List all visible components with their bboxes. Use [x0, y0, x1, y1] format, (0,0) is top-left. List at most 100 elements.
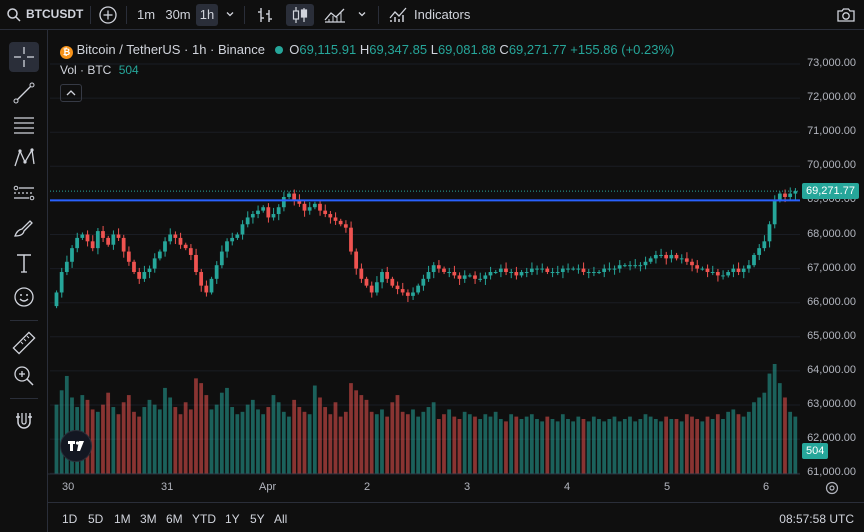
candle-body — [622, 265, 627, 267]
volume-bar — [359, 395, 364, 474]
range-1y-button[interactable]: 1Y — [225, 512, 240, 526]
volume-bar — [292, 399, 297, 474]
volume-bar — [390, 402, 395, 474]
candle-body — [715, 272, 720, 276]
volume-bar — [535, 419, 539, 474]
volume-bar — [493, 411, 498, 474]
candle-body — [400, 289, 405, 293]
volume-bar — [204, 395, 209, 474]
time-axis-label: 30 — [62, 481, 75, 493]
candle-body — [493, 272, 498, 274]
candle-body — [132, 261, 136, 273]
candle-body — [736, 268, 741, 273]
volume-bar — [607, 419, 612, 474]
low-label: L — [430, 42, 438, 57]
volume-bar — [524, 416, 529, 474]
candle-body — [529, 268, 534, 273]
candle-body — [416, 285, 421, 293]
settings-button[interactable] — [824, 480, 840, 496]
candle-body — [276, 207, 281, 215]
price-axis-label: 66,000.00 — [807, 295, 856, 308]
candle-body — [762, 241, 767, 249]
tradingview-logo[interactable] — [60, 430, 92, 462]
volume-bar — [514, 416, 519, 474]
candle-body — [395, 285, 400, 290]
candle-body — [597, 272, 601, 274]
candle-body — [121, 237, 126, 252]
gear-icon — [825, 481, 839, 495]
candle-body — [457, 275, 462, 279]
symbol-title: Bitcoin / TetherUS · 1h · Binance — [76, 42, 265, 57]
volume-bar — [385, 416, 390, 474]
volume-bar — [261, 414, 266, 474]
high-label: H — [359, 42, 370, 57]
collapse-legend-button[interactable] — [60, 84, 82, 102]
candle-body — [586, 272, 591, 274]
volume-bar — [581, 419, 586, 474]
candle-body — [664, 254, 669, 259]
candle-body — [581, 268, 586, 273]
candle-body — [106, 237, 111, 245]
volume-label: Vol · BTC — [60, 63, 112, 77]
price-chart[interactable] — [0, 0, 864, 532]
candle-body — [509, 272, 514, 274]
candle-body — [157, 251, 162, 259]
candle-body — [292, 193, 297, 201]
market-status-dot — [274, 46, 283, 54]
range-1m-button[interactable]: 1M — [114, 512, 131, 526]
candle-body — [147, 268, 152, 273]
volume-bar — [519, 419, 524, 474]
time-axis-label: 4 — [564, 481, 571, 493]
range-1d-button[interactable]: 1D — [62, 512, 77, 526]
candle-body — [793, 191, 798, 194]
range-5d-button[interactable]: 5D — [88, 512, 103, 526]
candle-body — [638, 265, 643, 267]
candle-body — [571, 268, 576, 270]
volume-bar — [121, 402, 126, 474]
volume-bar — [281, 411, 286, 474]
range-6m-button[interactable]: 6M — [166, 512, 183, 526]
candle-body — [64, 261, 69, 273]
volume-bar — [302, 411, 307, 474]
range-all-button[interactable]: All — [274, 512, 287, 526]
candle-body — [550, 272, 555, 274]
candle-body — [240, 224, 245, 235]
range-3m-button[interactable]: 3M — [140, 512, 157, 526]
range-ytd-button[interactable]: YTD — [192, 512, 216, 526]
candle-body — [230, 237, 235, 242]
volume-bar — [628, 416, 632, 474]
candle-body — [483, 275, 488, 279]
candle-body — [473, 275, 477, 279]
volume-bar — [498, 419, 503, 474]
candle-body — [576, 268, 581, 270]
candle-body — [653, 254, 658, 259]
volume-tag: 504 — [802, 443, 829, 459]
candle-body — [101, 231, 105, 238]
range-5y-button[interactable]: 5Y — [250, 512, 265, 526]
volume-bar — [126, 395, 131, 474]
volume-bar — [395, 395, 400, 474]
price-axis-label: 67,000.00 — [807, 261, 856, 274]
candle-body — [168, 234, 173, 242]
volume-bar — [312, 385, 317, 474]
volume-bar — [741, 416, 746, 474]
candle-body — [669, 254, 674, 259]
volume-bar — [416, 416, 421, 474]
utc-clock[interactable]: 08:57:58 UTC — [779, 512, 854, 526]
candle-body — [679, 258, 684, 260]
volume-bar — [690, 416, 694, 474]
candle-body — [359, 268, 364, 279]
candle-body — [710, 272, 715, 274]
volume-bar — [240, 411, 245, 474]
volume-bar — [142, 407, 147, 474]
volume-bar — [225, 387, 229, 474]
volume-bar — [638, 419, 643, 474]
volume-bar — [235, 414, 240, 474]
open-value: 69,115.91 — [299, 42, 357, 57]
volume-bar — [509, 414, 514, 474]
volume-bar — [328, 414, 333, 474]
candle-body — [70, 248, 74, 262]
candle-body — [261, 207, 266, 211]
volume-bar — [173, 407, 178, 474]
candle-body — [126, 251, 131, 262]
